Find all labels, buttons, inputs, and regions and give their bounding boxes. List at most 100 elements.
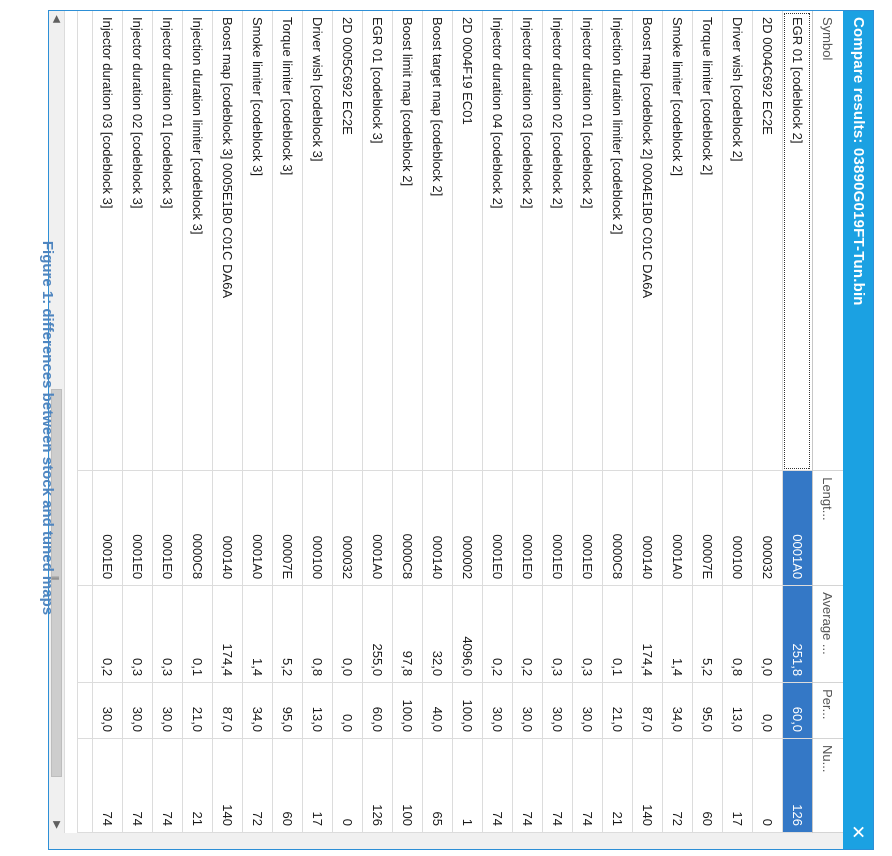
length-cell: 0000C8: [602, 470, 633, 586]
results-grid: Symbol Lengt... Average ... Per... Nu...…: [65, 11, 843, 833]
column-header-average[interactable]: Average ...: [812, 585, 843, 683]
table-row[interactable]: EGR 01 [codeblock 2] 0001A0 251,8 60,0 126: [782, 11, 813, 833]
blank-cell: [77, 470, 93, 586]
table-row[interactable]: Torque limiter [codeblock 3] 00007E 5,2 95,…: [272, 11, 303, 833]
length-cell: 0001E0: [572, 470, 603, 586]
number-cell: 0: [332, 738, 363, 833]
length-cell: 0001E0: [92, 470, 123, 586]
percent-cell: 0,0: [332, 682, 363, 739]
symbol-cell: Smoke limiter [codeblock 2]: [662, 11, 693, 471]
length-cell: 000140: [422, 470, 453, 586]
percent-cell: 34,0: [662, 682, 693, 739]
percent-cell: 100,0: [392, 682, 423, 739]
length-cell: 0001A0: [662, 470, 693, 586]
percent-cell: 60,0: [362, 682, 393, 739]
compare-results-window: Compare results: 03890G019FT-Tun.bin ✕ S…: [48, 10, 874, 850]
number-cell: 0: [752, 738, 783, 833]
symbol-cell: Boost limit map [codeblock 2]: [392, 11, 423, 471]
table-row[interactable]: Injector duration 03 [codeblock 3] 0001E0…: [92, 11, 123, 833]
symbol-cell: Injector duration 02 [codeblock 2]: [542, 11, 573, 471]
number-cell: 74: [572, 738, 603, 833]
table-row[interactable]: Boost target map [codeblock 2] 000140 32,0…: [422, 11, 453, 833]
average-cell: 251,8: [782, 585, 813, 683]
percent-cell: 30,0: [92, 682, 123, 739]
table-row[interactable]: 2D 0004F19 EC01 000002 4096,0 100,0 1: [452, 11, 483, 833]
symbol-cell: 2D 0005C692 EC2E: [332, 11, 363, 471]
column-header-number[interactable]: Nu...: [812, 738, 843, 833]
number-cell: 74: [92, 738, 123, 833]
symbol-cell: Injection duration limiter [codeblock 3]: [182, 11, 213, 471]
symbol-cell: Injector duration 01 [codeblock 3]: [152, 11, 183, 471]
average-cell: 0,0: [752, 585, 783, 683]
number-cell: 72: [662, 738, 693, 833]
symbol-cell: Torque limiter [codeblock 3]: [272, 11, 303, 471]
column-header-length[interactable]: Lengt...: [812, 470, 843, 586]
average-cell: 0,3: [572, 585, 603, 683]
average-cell: 1,4: [242, 585, 273, 683]
length-cell: 000140: [212, 470, 243, 586]
length-cell: 0001E0: [122, 470, 153, 586]
close-icon[interactable]: ✕: [843, 821, 873, 843]
blank-cell: [77, 11, 93, 471]
percent-cell: 100,0: [452, 682, 483, 739]
symbol-cell: 2D 0004C692 EC2E: [752, 11, 783, 471]
table-row[interactable]: Smoke limiter [codeblock 3] 0001A0 1,4 34,0…: [242, 11, 273, 833]
table-row[interactable]: Boost map [codeblock 2] 0004E1B0 C01C DA…: [632, 11, 663, 833]
percent-cell: 30,0: [152, 682, 183, 739]
percent-cell: 13,0: [302, 682, 333, 739]
table-row[interactable]: EGR 01 [codeblock 3] 0001A0 255,0 60,0 126: [362, 11, 393, 833]
table-row[interactable]: Injection duration limiter [codeblock 3]…: [182, 11, 213, 833]
percent-cell: 30,0: [482, 682, 513, 739]
average-cell: 4096,0: [452, 585, 483, 683]
table-row[interactable]: Injector duration 03 [codeblock 2] 0001E0…: [512, 11, 543, 833]
symbol-cell: Injector duration 02 [codeblock 3]: [122, 11, 153, 471]
percent-cell: 30,0: [512, 682, 543, 739]
number-cell: 140: [632, 738, 663, 833]
table-row[interactable]: Injection duration limiter [codeblock 2]…: [602, 11, 633, 833]
table-row[interactable]: Injector duration 04 [codeblock 2] 0001E0…: [482, 11, 513, 833]
length-cell: 00007E: [272, 470, 303, 586]
window-title: Compare results: 03890G019FT-Tun.bin: [850, 17, 867, 306]
blank-cell: [77, 738, 93, 833]
percent-cell: 34,0: [242, 682, 273, 739]
percent-cell: 30,0: [572, 682, 603, 739]
table-row[interactable]: Boost limit map [codeblock 2] 0000C8 97,8 1…: [392, 11, 423, 833]
table-row[interactable]: Driver wish [codeblock 2] 000100 0,8 13,0 17: [722, 11, 753, 833]
column-header-symbol[interactable]: Symbol: [812, 11, 843, 471]
column-header-percent[interactable]: Per...: [812, 682, 843, 739]
number-cell: 1: [452, 738, 483, 833]
average-cell: 0,2: [92, 585, 123, 683]
table-row[interactable]: Driver wish [codeblock 3] 000100 0,8 13,0 17: [302, 11, 333, 833]
symbol-cell: Driver wish [codeblock 3]: [302, 11, 333, 471]
symbol-cell: Injector duration 04 [codeblock 2]: [482, 11, 513, 471]
number-cell: 21: [182, 738, 213, 833]
symbol-cell: Driver wish [codeblock 2]: [722, 11, 753, 471]
table-row[interactable]: Injector duration 01 [codeblock 2] 0001E0…: [572, 11, 603, 833]
blank-cell: [77, 585, 93, 683]
average-cell: 5,2: [692, 585, 723, 683]
symbol-cell: Injector duration 03 [codeblock 2]: [512, 11, 543, 471]
percent-cell: 21,0: [182, 682, 213, 739]
table-row[interactable]: Boost map [codeblock 3] 0005E1B0 C01C DA…: [212, 11, 243, 833]
average-cell: 0,3: [542, 585, 573, 683]
figure-caption: Figure 1: differences between stock and …: [39, 240, 56, 616]
average-cell: 0,3: [152, 585, 183, 683]
table-row[interactable]: 2D 0004C692 EC2E 000032 0,0 0,0 0: [752, 11, 783, 833]
table-row[interactable]: Injector duration 02 [codeblock 2] 0001E0…: [542, 11, 573, 833]
number-cell: 140: [212, 738, 243, 833]
table-row[interactable]: 2D 0005C692 EC2E 000032 0,0 0,0 0: [332, 11, 363, 833]
title-bar: Compare results: 03890G019FT-Tun.bin ✕: [843, 11, 873, 849]
table-row[interactable]: Smoke limiter [codeblock 2] 0001A0 1,4 34,0…: [662, 11, 693, 833]
length-cell: 0001E0: [152, 470, 183, 586]
vertical-scrollbar-track[interactable]: [65, 833, 843, 849]
table-row[interactable]: Injector duration 01 [codeblock 3] 0001E0…: [152, 11, 183, 833]
average-cell: 32,0: [422, 585, 453, 683]
number-cell: 72: [242, 738, 273, 833]
symbol-cell: EGR 01 [codeblock 2]: [782, 11, 813, 471]
average-cell: 0,1: [182, 585, 213, 683]
average-cell: 0,8: [302, 585, 333, 683]
average-cell: 1,4: [662, 585, 693, 683]
percent-cell: 30,0: [542, 682, 573, 739]
table-row[interactable]: Torque limiter [codeblock 2] 00007E 5,2 95,…: [692, 11, 723, 833]
table-row[interactable]: Injector duration 02 [codeblock 3] 0001E0…: [122, 11, 153, 833]
